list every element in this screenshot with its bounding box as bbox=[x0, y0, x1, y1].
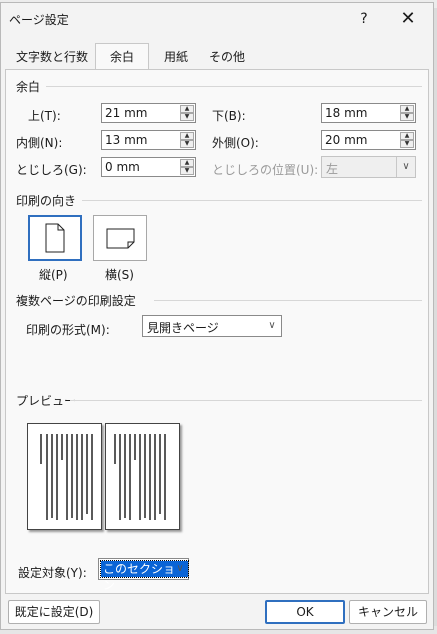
outside-margin-spinner[interactable]: 20 mm ▲ ▼ bbox=[321, 130, 416, 150]
bottom-margin-spinner[interactable]: 18 mm ▲ ▼ bbox=[321, 103, 416, 123]
set-as-default-button[interactable]: 既定に設定(D) bbox=[8, 600, 100, 624]
help-button[interactable]: ? bbox=[349, 7, 379, 31]
tab-strip: 文字数と行数 余白 用紙 その他 bbox=[1, 43, 433, 70]
gutter-position-select[interactable]: 左 ∨ bbox=[321, 156, 416, 178]
gutter-spinner[interactable]: 0 mm ▲ ▼ bbox=[101, 157, 196, 177]
spin-up-icon[interactable]: ▲ bbox=[400, 105, 414, 113]
orientation-section-label: 印刷の向き bbox=[16, 194, 77, 208]
spin-down-icon[interactable]: ▼ bbox=[400, 140, 414, 148]
portrait-page-icon bbox=[45, 223, 65, 253]
portrait-option[interactable] bbox=[28, 215, 82, 261]
spin-down-icon[interactable]: ▼ bbox=[180, 167, 194, 175]
preview-right-page bbox=[105, 423, 180, 530]
tab-paper[interactable]: 用紙 bbox=[153, 45, 199, 69]
spin-down-icon[interactable]: ▼ bbox=[180, 140, 194, 148]
spin-up-icon[interactable]: ▲ bbox=[180, 105, 194, 113]
spin-up-icon[interactable]: ▲ bbox=[180, 132, 194, 140]
preview-section-label: プレビュー bbox=[16, 394, 77, 408]
inside-margin-spinner[interactable]: 13 mm ▲ ▼ bbox=[101, 130, 196, 150]
tab-panel-margins: 余白 上(T): 21 mm ▲ ▼ 下(B): 18 mm ▲ ▼ 内側(N)… bbox=[5, 69, 429, 594]
page-setup-dialog: ページ設定 ? ✕ 文字数と行数 余白 用紙 その他 余白 上(T): 21 m… bbox=[0, 2, 434, 630]
preview-left-page bbox=[27, 423, 102, 530]
bottom-margin-value[interactable]: 18 mm bbox=[325, 106, 367, 120]
gutter-value[interactable]: 0 mm bbox=[105, 160, 140, 174]
print-format-select[interactable]: 見開きページ ∨ bbox=[142, 315, 282, 337]
section-divider bbox=[46, 86, 422, 87]
close-button[interactable]: ✕ bbox=[393, 7, 423, 31]
margins-section-label: 余白 bbox=[16, 80, 41, 94]
section-divider bbox=[70, 400, 422, 401]
bottom-margin-label: 下(B): bbox=[212, 109, 246, 123]
multiple-pages-section-label: 複数ページの印刷設定 bbox=[16, 294, 136, 308]
top-margin-spinner[interactable]: 21 mm ▲ ▼ bbox=[101, 103, 196, 123]
top-margin-value[interactable]: 21 mm bbox=[105, 106, 147, 120]
chevron-down-icon[interactable]: ∨ bbox=[172, 559, 188, 579]
tab-margins[interactable]: 余白 bbox=[95, 43, 149, 70]
outside-margin-value[interactable]: 20 mm bbox=[325, 133, 367, 147]
spin-down-icon[interactable]: ▼ bbox=[400, 113, 414, 121]
spin-up-icon[interactable]: ▲ bbox=[400, 132, 414, 140]
inside-margin-label: 内側(N): bbox=[16, 136, 63, 150]
gutter-label: とじしろ(G): bbox=[16, 163, 87, 177]
tab-other[interactable]: その他 bbox=[201, 45, 253, 69]
ok-button[interactable]: OK bbox=[265, 600, 345, 624]
spin-down-icon[interactable]: ▼ bbox=[180, 113, 194, 121]
cancel-button[interactable]: キャンセル bbox=[349, 600, 427, 624]
gutter-position-label: とじしろの位置(U): bbox=[212, 163, 319, 177]
spin-up-icon[interactable]: ▲ bbox=[180, 159, 194, 167]
tab-characters-lines[interactable]: 文字数と行数 bbox=[9, 45, 95, 69]
top-margin-label: 上(T): bbox=[28, 109, 61, 123]
landscape-option[interactable] bbox=[93, 215, 147, 261]
landscape-label[interactable]: 横(S) bbox=[105, 266, 134, 283]
section-divider bbox=[154, 300, 422, 301]
landscape-page-icon bbox=[106, 228, 135, 249]
print-format-label: 印刷の形式(M): bbox=[26, 323, 110, 337]
portrait-label[interactable]: 縦(P) bbox=[39, 266, 68, 283]
title-bar: ページ設定 ? ✕ bbox=[1, 3, 433, 37]
inside-margin-value[interactable]: 13 mm bbox=[105, 133, 147, 147]
apply-to-select[interactable]: このセクション ∨ bbox=[98, 558, 189, 592]
chevron-down-icon[interactable]: ∨ bbox=[263, 316, 281, 336]
gutter-position-value[interactable]: 左 bbox=[326, 160, 338, 177]
preview-right-text-lines bbox=[114, 434, 166, 520]
preview-left-text-lines bbox=[40, 434, 93, 520]
outside-margin-label: 外側(O): bbox=[212, 136, 259, 150]
chevron-down-icon[interactable]: ∨ bbox=[396, 157, 415, 177]
apply-to-label: 設定対象(Y): bbox=[18, 566, 87, 580]
dialog-title: ページ設定 bbox=[9, 13, 69, 27]
print-format-value[interactable]: 見開きページ bbox=[147, 319, 219, 336]
section-divider bbox=[82, 200, 422, 201]
